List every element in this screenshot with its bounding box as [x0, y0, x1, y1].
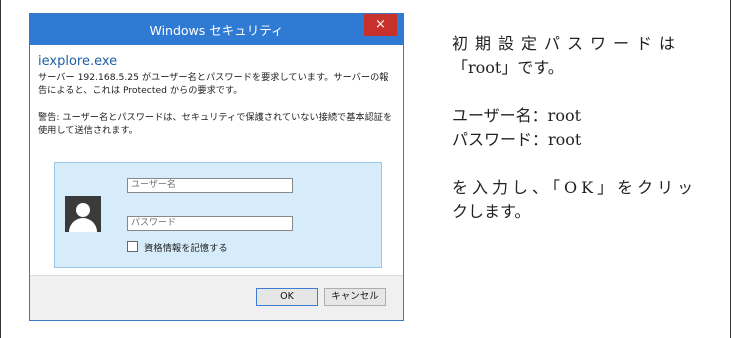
credential-panel: ユーザー名 パスワード 資格情報を記憶する: [54, 162, 382, 268]
instruction-line-1: 初期設定パスワードは: [452, 34, 683, 53]
close-icon: ×: [375, 17, 386, 32]
dialog-warning: 警告: ユーザー名とパスワードは、セキュリティで保護されていない接続で基本認証を…: [38, 112, 393, 136]
instruction-line-2: 「root」です。: [452, 58, 564, 77]
instruction-username: ユーザー名：root: [452, 106, 582, 125]
avatar-body: [69, 218, 97, 232]
password-placeholder: パスワード: [131, 218, 177, 228]
dialog-titlebar: Windows セキュリティ ×: [30, 14, 403, 45]
password-input[interactable]: パスワード: [127, 216, 293, 231]
instruction-action-1: を入力し、「OK」をクリッ: [452, 178, 698, 197]
instruction-action-2: クします。: [452, 202, 531, 221]
username-input[interactable]: ユーザー名: [127, 178, 293, 193]
dialog-message: サーバー 192.168.5.25 がユーザー名とパスワードを要求しています。サ…: [38, 72, 389, 96]
remember-credentials[interactable]: 資格情報を記憶する: [127, 240, 228, 254]
frame-left-border: [0, 0, 1, 338]
close-button[interactable]: ×: [364, 14, 397, 36]
username-placeholder: ユーザー名: [131, 180, 176, 190]
remember-label: 資格情報を記憶する: [144, 243, 228, 254]
dialog-title: Windows セキュリティ: [149, 23, 284, 38]
user-silhouette-icon: [65, 196, 101, 232]
dialog-footer: OK キャンセル: [30, 275, 403, 320]
instruction-password: パスワード：root: [452, 130, 582, 149]
remember-checkbox[interactable]: [127, 241, 138, 252]
cancel-button[interactable]: キャンセル: [324, 288, 386, 306]
app-name: iexplore.exe: [38, 54, 118, 69]
instructions-text: 初期設定パスワードは 「root」です。 ユーザー名：root パスワード：ro…: [452, 32, 722, 248]
avatar-head: [76, 203, 90, 217]
windows-security-dialog: Windows セキュリティ × iexplore.exe サーバー 192.1…: [29, 13, 404, 321]
ok-button[interactable]: OK: [256, 288, 318, 306]
